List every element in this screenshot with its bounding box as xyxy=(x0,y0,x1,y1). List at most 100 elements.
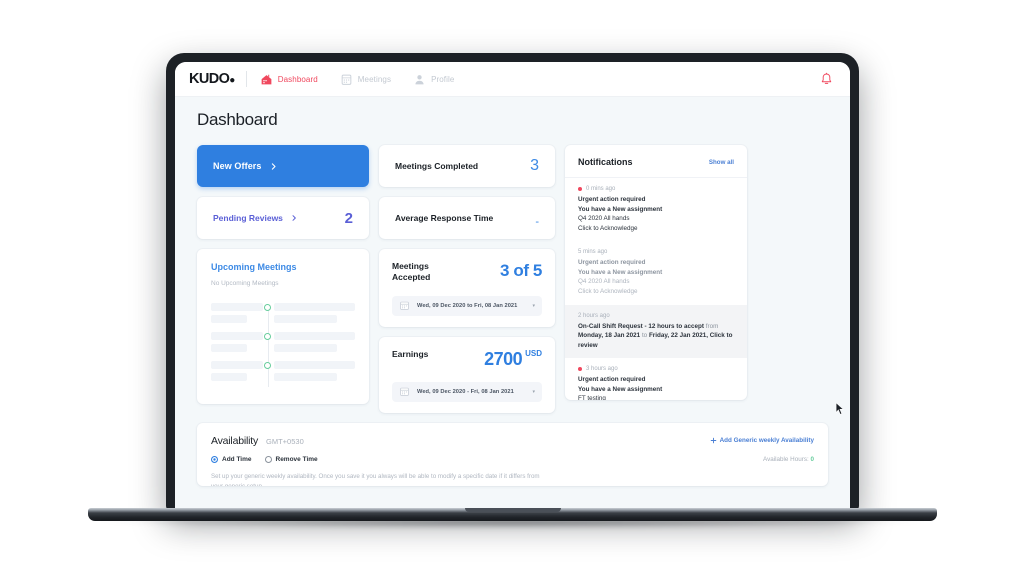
radio-add-time-label: Add Time xyxy=(222,455,252,463)
availability-controls: Add Time Remove Time Available Hours: 0 xyxy=(211,455,814,463)
dashboard-column-middle: Meetings Completed 3 Average Response Ti… xyxy=(379,145,555,413)
laptop-base-notch xyxy=(464,508,561,512)
meetings-accepted-value: 3 of 5 xyxy=(499,261,542,280)
upcoming-meetings-card: Upcoming Meetings No Upcoming Meetings xyxy=(197,249,369,404)
nav-item-profile[interactable]: Profile xyxy=(413,73,454,86)
notification-line-3: Q4 2020 All hands xyxy=(578,278,630,286)
laptop-shadow xyxy=(100,520,925,529)
notification-part-5: Friday, 22 Jan 2021, xyxy=(648,332,708,340)
notifications-panel: Notifications Show all 0 mins ago Urgent… xyxy=(565,145,747,400)
brand-logo[interactable]: KUDO● xyxy=(189,71,235,87)
page-body: Dashboard New Offers Pending Reviews 2 U… xyxy=(175,97,850,486)
earnings-date-range-selector[interactable]: Wed, 09 Dec 2020 - Fri, 08 Jan 2021 ▾ xyxy=(392,381,542,402)
skeleton-bar xyxy=(274,303,355,311)
notifications-title: Notifications xyxy=(578,157,633,167)
dashboard-column-right: Notifications Show all 0 mins ago Urgent… xyxy=(565,145,747,413)
upcoming-meetings-empty-text: No Upcoming Meetings xyxy=(211,280,279,287)
notification-line-1: Urgent action required xyxy=(578,376,646,384)
calendar-icon xyxy=(400,302,409,311)
availability-header: Availability GMT+0530 Add Generic weekly… xyxy=(211,435,814,447)
notification-line-1: Urgent action required xyxy=(578,259,646,267)
notifications-header: Notifications Show all xyxy=(565,145,747,178)
notification-line-2: You have a New assignment xyxy=(578,385,663,393)
unread-dot-icon xyxy=(578,187,582,191)
user-icon xyxy=(415,74,424,84)
skeleton-bar xyxy=(274,315,338,323)
notification-line-1: Urgent action required xyxy=(578,196,646,203)
notification-line-2: You have a New assignment xyxy=(578,268,663,276)
notification-item[interactable]: 2 hours ago On-Call Shift Request - 12 h… xyxy=(565,304,747,359)
new-offers-card[interactable]: New Offers xyxy=(197,145,369,187)
notification-timestamp: 0 mins ago xyxy=(586,186,616,192)
unread-dot-icon xyxy=(578,367,582,372)
plus-icon xyxy=(710,437,716,444)
skeleton-bar xyxy=(211,315,247,323)
home-icon xyxy=(261,74,272,84)
skeleton-bar xyxy=(211,303,263,311)
notification-line-3: Q4 2020 All hands xyxy=(578,215,630,223)
average-response-time-label: Average Response Time xyxy=(395,213,494,223)
notification-item[interactable]: 5 mins ago Urgent action required You ha… xyxy=(565,241,747,304)
notification-part-2: from xyxy=(705,322,719,330)
skeleton-bar xyxy=(211,373,247,381)
laptop-screen-bezel: KUDO● Dashboard Meetings Profile Dashboa… xyxy=(166,53,859,510)
earnings-label: Earnings xyxy=(392,348,429,359)
earnings-currency: USD xyxy=(525,348,542,358)
notification-line-4: Click to Acknowledge xyxy=(578,287,638,295)
notification-timestamp: 5 mins ago xyxy=(578,249,608,256)
notification-timestamp-row: 2 hours ago xyxy=(578,313,734,319)
dashboard-column-left: New Offers Pending Reviews 2 Upcoming Me… xyxy=(197,145,369,413)
laptop-mockup: KUDO● Dashboard Meetings Profile Dashboa… xyxy=(0,0,1025,581)
nav-item-meetings[interactable]: Meetings xyxy=(340,73,391,86)
skeleton-row xyxy=(211,332,355,352)
skeleton-row xyxy=(211,361,355,381)
notification-item[interactable]: 3 hours ago Urgent action required You h… xyxy=(565,358,747,400)
earnings-value: 2700 xyxy=(484,348,523,369)
earnings-card: Earnings 2700 USD Wed, 09 Dec 2020 - Fri… xyxy=(379,336,555,413)
add-generic-weekly-availability-label: Add Generic weekly Availability xyxy=(719,436,814,444)
nav-divider xyxy=(245,71,247,87)
meetings-completed-label: Meetings Completed xyxy=(395,161,479,171)
skeleton-bar xyxy=(211,361,263,369)
notification-line-3: FT testing xyxy=(578,395,606,400)
new-offers-label: New Offers xyxy=(213,161,262,171)
meetings-accepted-header: Meetings Accepted 3 of 5 xyxy=(392,261,542,284)
meetings-accepted-date-range-selector[interactable]: Wed, 09 Dec 2020 to Fri, 08 Jan 2021 ▾ xyxy=(392,295,542,316)
nav-label-profile: Profile xyxy=(431,74,455,84)
available-hours-value: 0 xyxy=(810,455,814,463)
mouse-cursor xyxy=(835,402,844,415)
skeleton-bar xyxy=(211,344,247,352)
earnings-header: Earnings 2700 USD xyxy=(392,349,542,370)
timeline-node-icon xyxy=(264,333,271,340)
timeline-node-icon xyxy=(264,362,271,369)
notification-line-4: Click to Acknowledge xyxy=(578,224,638,232)
skeleton-left xyxy=(211,332,263,352)
radio-add-time-indicator[interactable] xyxy=(211,455,218,463)
top-navigation-bar: KUDO● Dashboard Meetings Profile xyxy=(175,62,850,97)
average-response-time-value: - xyxy=(535,216,539,228)
caret-down-icon: ▾ xyxy=(532,388,535,395)
nav-label-meetings: Meetings xyxy=(357,74,392,84)
radio-remove-time-indicator[interactable] xyxy=(264,455,272,463)
brand-logo-dot: ● xyxy=(229,75,235,86)
pending-reviews-card[interactable]: Pending Reviews 2 xyxy=(197,197,369,239)
bell-icon[interactable] xyxy=(819,72,834,87)
add-generic-weekly-availability-button[interactable]: Add Generic weekly Availability xyxy=(710,437,814,444)
meetings-accepted-label-line1: Meetings xyxy=(392,261,429,271)
skeleton-bar xyxy=(274,332,355,340)
skeleton-bar xyxy=(274,373,338,381)
upcoming-meetings-title: Upcoming Meetings xyxy=(211,262,297,272)
upcoming-meetings-skeleton xyxy=(211,303,355,387)
caret-down-icon: ▾ xyxy=(532,302,535,309)
radio-remove-time[interactable]: Remove Time xyxy=(264,455,318,463)
brand-logo-text: KUDO xyxy=(189,71,230,87)
skeleton-left xyxy=(211,361,263,381)
nav-item-dashboard[interactable]: Dashboard xyxy=(260,73,318,86)
notifications-show-all-link[interactable]: Show all xyxy=(709,159,734,166)
radio-add-time[interactable]: Add Time xyxy=(211,455,252,463)
notification-line-2: You have a New assignment xyxy=(578,205,663,213)
skeleton-right xyxy=(274,361,355,381)
notification-timestamp: 2 hours ago xyxy=(578,312,610,319)
notification-item[interactable]: 0 mins ago Urgent action required You ha… xyxy=(565,178,747,241)
chevron-right-icon xyxy=(271,162,276,170)
